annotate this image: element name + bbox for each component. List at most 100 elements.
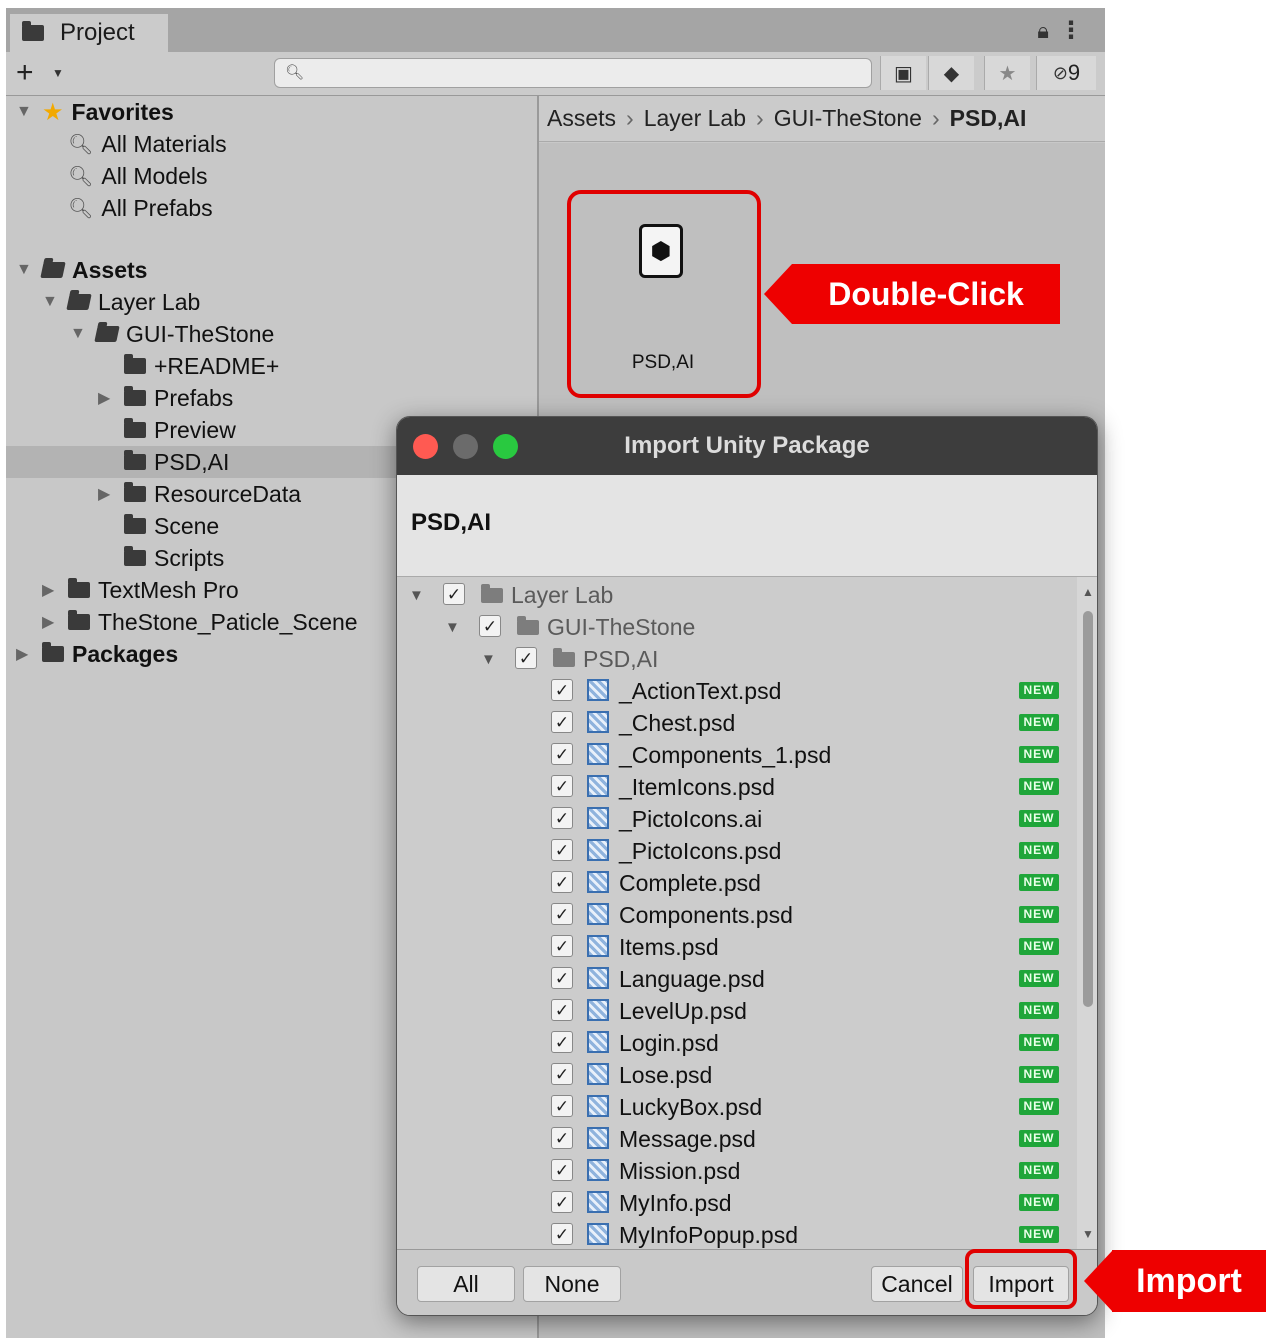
checkbox[interactable]: ✓ <box>551 839 573 861</box>
file-row[interactable]: ✓ Items.psd NEW <box>397 931 1077 963</box>
checkbox[interactable]: ✓ <box>551 743 573 765</box>
favorite-all-materials[interactable]: 🔍︎ All Materials <box>68 128 227 160</box>
kebab-menu-icon[interactable]: ⋮ <box>1059 16 1083 45</box>
checkbox[interactable]: ✓ <box>551 1159 573 1181</box>
tree-item-favorites[interactable]: ▼ ★ Favorites <box>16 96 174 128</box>
select-all-button[interactable]: All <box>417 1266 515 1302</box>
folder-icon <box>68 610 90 630</box>
breadcrumb-current[interactable]: PSD,AI <box>950 105 1027 132</box>
checkbox[interactable]: ✓ <box>551 1063 573 1085</box>
file-row[interactable]: ✓ Components.psd NEW <box>397 899 1077 931</box>
expand-arrow-icon[interactable]: ▼ <box>70 325 96 343</box>
file-row[interactable]: ✓ _ItemIcons.psd NEW <box>397 771 1077 803</box>
checkbox[interactable]: ✓ <box>551 807 573 829</box>
file-row[interactable]: ✓ MyInfo.psd NEW <box>397 1187 1077 1219</box>
dialog-titlebar[interactable]: Import Unity Package <box>397 417 1097 475</box>
expand-arrow-icon[interactable]: ▼ <box>42 293 68 311</box>
vertical-scrollbar[interactable]: ▲ ▼ <box>1077 577 1097 1249</box>
checkbox[interactable]: ✓ <box>551 679 573 701</box>
chevron-right-icon: › <box>756 105 764 131</box>
checkbox[interactable]: ✓ <box>551 1223 573 1245</box>
tree-label: Layer Lab <box>511 582 614 608</box>
tree-item-preview[interactable]: Preview <box>124 414 236 446</box>
checkbox[interactable]: ✓ <box>551 1191 573 1213</box>
file-row[interactable]: ✓ Language.psd NEW <box>397 963 1077 995</box>
cancel-button[interactable]: Cancel <box>871 1266 963 1302</box>
tree-item-scene[interactable]: Scene <box>124 510 219 542</box>
file-row[interactable]: ✓ _PictoIcons.ai NEW <box>397 803 1077 835</box>
eye-slash-icon: ⊘ <box>1052 62 1068 83</box>
file-row[interactable]: ✓ _Components_1.psd NEW <box>397 739 1077 771</box>
checkbox[interactable]: ✓ <box>551 871 573 893</box>
expand-arrow-icon[interactable]: ▶ <box>42 580 68 600</box>
search-icon: 🔍︎ <box>68 197 94 220</box>
file-row[interactable]: ✓ Lose.psd NEW <box>397 1059 1077 1091</box>
new-badge: NEW <box>1019 1002 1059 1019</box>
file-row[interactable]: ✓ Complete.psd NEW <box>397 867 1077 899</box>
tree-item-readme[interactable]: +README+ <box>124 350 279 382</box>
search-by-label-button[interactable]: ◆ <box>928 56 974 90</box>
scrollbar-thumb[interactable] <box>1083 611 1093 1007</box>
chevron-down-icon[interactable]: ▼ <box>52 66 64 80</box>
checkbox[interactable]: ✓ <box>551 935 573 957</box>
create-button[interactable]: + <box>16 58 34 88</box>
scroll-up-icon[interactable]: ▲ <box>1082 585 1094 599</box>
favorite-all-prefabs[interactable]: 🔍︎ All Prefabs <box>68 192 213 224</box>
checkbox[interactable]: ✓ <box>551 1095 573 1117</box>
file-row[interactable]: ✓ Login.psd NEW <box>397 1027 1077 1059</box>
tree-item-label: All Prefabs <box>101 194 213 221</box>
file-row[interactable]: ✓ LuckyBox.psd NEW <box>397 1091 1077 1123</box>
checkbox[interactable]: ✓ <box>515 647 537 669</box>
scroll-down-icon[interactable]: ▼ <box>1082 1227 1094 1241</box>
breadcrumb-item[interactable]: Layer Lab <box>644 105 746 132</box>
file-row[interactable]: ✓ _Chest.psd NEW <box>397 707 1077 739</box>
hidden-packages-button[interactable]: ⊘ 9 <box>1036 56 1096 90</box>
tree-item-assets[interactable]: ▼ Assets <box>16 254 147 286</box>
tree-item-scripts[interactable]: Scripts <box>124 542 224 574</box>
tree-item-layer-lab[interactable]: ▼ Layer Lab <box>42 286 200 318</box>
expand-arrow-icon[interactable]: ▼ <box>481 651 496 668</box>
tab-bar: Project 🔒︎ ⋮ <box>6 8 1105 52</box>
tree-item-gui-thestone[interactable]: ▼ GUI-TheStone <box>70 318 274 350</box>
file-row[interactable]: ✓ _ActionText.psd NEW <box>397 675 1077 707</box>
expand-arrow-icon[interactable]: ▶ <box>98 484 124 504</box>
tree-item-prefabs[interactable]: ▶ Prefabs <box>98 382 233 414</box>
expand-arrow-icon[interactable]: ▼ <box>16 103 42 121</box>
search-by-type-button[interactable]: ▣ <box>880 56 926 90</box>
breadcrumb-item[interactable]: Assets <box>547 105 616 132</box>
checkbox[interactable]: ✓ <box>551 999 573 1021</box>
favorite-all-models[interactable]: 🔍︎ All Models <box>68 160 208 192</box>
checkbox[interactable]: ✓ <box>551 903 573 925</box>
expand-arrow-icon[interactable]: ▶ <box>98 388 124 408</box>
lock-icon[interactable]: 🔒︎ <box>1037 18 1049 44</box>
file-row[interactable]: ✓ LevelUp.psd NEW <box>397 995 1077 1027</box>
expand-arrow-icon[interactable]: ▼ <box>445 619 460 636</box>
expand-arrow-icon[interactable]: ▼ <box>409 587 424 604</box>
checkbox[interactable]: ✓ <box>479 615 501 637</box>
checkbox[interactable]: ✓ <box>551 775 573 797</box>
tree-item-particle-scene[interactable]: ▶ TheStone_Paticle_Scene <box>42 606 358 638</box>
expand-arrow-icon[interactable]: ▼ <box>16 261 42 279</box>
checkbox[interactable]: ✓ <box>551 711 573 733</box>
expand-arrow-icon[interactable]: ▶ <box>42 612 68 632</box>
tab-project[interactable]: Project <box>10 14 168 52</box>
select-none-button[interactable]: None <box>523 1266 621 1302</box>
tree-row-gui-thestone[interactable]: ▼ ✓ GUI-TheStone <box>397 611 1077 643</box>
tree-item-textmesh-pro[interactable]: ▶ TextMesh Pro <box>42 574 239 606</box>
checkbox[interactable]: ✓ <box>551 1031 573 1053</box>
tree-row-layer-lab[interactable]: ▼ ✓ Layer Lab <box>397 579 1077 611</box>
file-row[interactable]: ✓ _PictoIcons.psd NEW <box>397 835 1077 867</box>
favorites-button[interactable]: ★ <box>984 56 1030 90</box>
tree-row-psd-ai[interactable]: ▼ ✓ PSD,AI <box>397 643 1077 675</box>
tree-item-resourcedata[interactable]: ▶ ResourceData <box>98 478 301 510</box>
file-row[interactable]: ✓ MyInfoPopup.psd NEW <box>397 1219 1077 1249</box>
search-input[interactable]: 🔍︎ <box>274 58 872 88</box>
checkbox[interactable]: ✓ <box>551 1127 573 1149</box>
breadcrumb-item[interactable]: GUI-TheStone <box>774 105 922 132</box>
checkbox[interactable]: ✓ <box>443 583 465 605</box>
file-row[interactable]: ✓ Message.psd NEW <box>397 1123 1077 1155</box>
checkbox[interactable]: ✓ <box>551 967 573 989</box>
file-row[interactable]: ✓ Mission.psd NEW <box>397 1155 1077 1187</box>
expand-arrow-icon[interactable]: ▶ <box>16 644 42 664</box>
tree-item-packages[interactable]: ▶ Packages <box>16 638 178 670</box>
